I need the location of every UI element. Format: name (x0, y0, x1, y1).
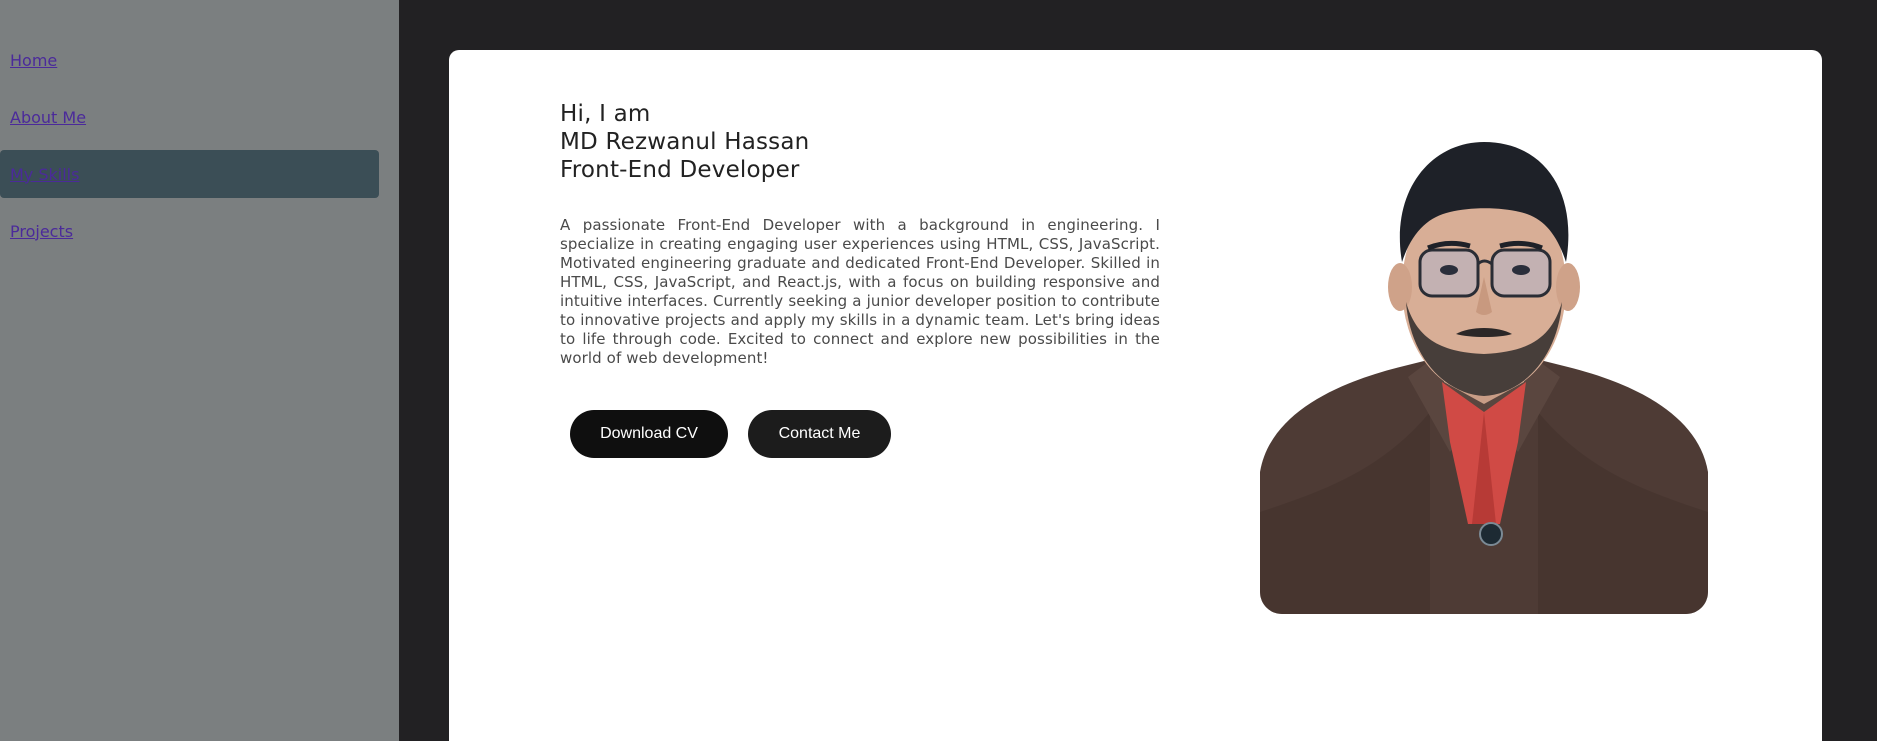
nav-link-home[interactable]: Home (10, 51, 57, 70)
hero-card: Hi, I am MD Rezwanul Hassan Front-End De… (449, 50, 1822, 741)
profile-photo (1260, 112, 1708, 614)
greeting-heading: Hi, I am (560, 101, 651, 127)
portfolio-app: Home About Me My Skills Projects Hi, I a… (0, 0, 1877, 741)
sidebar-item-about-me[interactable]: About Me (0, 93, 379, 141)
sidebar-item-my-skills[interactable]: My Skills (0, 150, 379, 198)
sidebar-item-home[interactable]: Home (0, 36, 379, 84)
nav-link-projects[interactable]: Projects (10, 222, 73, 241)
sidebar-item-projects[interactable]: Projects (0, 207, 379, 255)
bio-paragraph: A passionate Front-End Developer with a … (560, 216, 1160, 367)
sidebar: Home About Me My Skills Projects (0, 0, 399, 741)
contact-me-button[interactable]: Contact Me (748, 410, 891, 458)
nav-link-my-skills[interactable]: My Skills (10, 165, 79, 184)
role-heading: Front-End Developer (560, 157, 800, 183)
download-cv-button[interactable]: Download CV (570, 410, 728, 458)
name-heading: MD Rezwanul Hassan (560, 129, 810, 155)
sidebar-nav: Home About Me My Skills Projects (0, 36, 379, 264)
intro-section: Hi, I am MD Rezwanul Hassan Front-End De… (560, 100, 1160, 458)
nav-link-about-me[interactable]: About Me (10, 108, 86, 127)
cta-buttons: Download CV Contact Me (570, 410, 1160, 458)
